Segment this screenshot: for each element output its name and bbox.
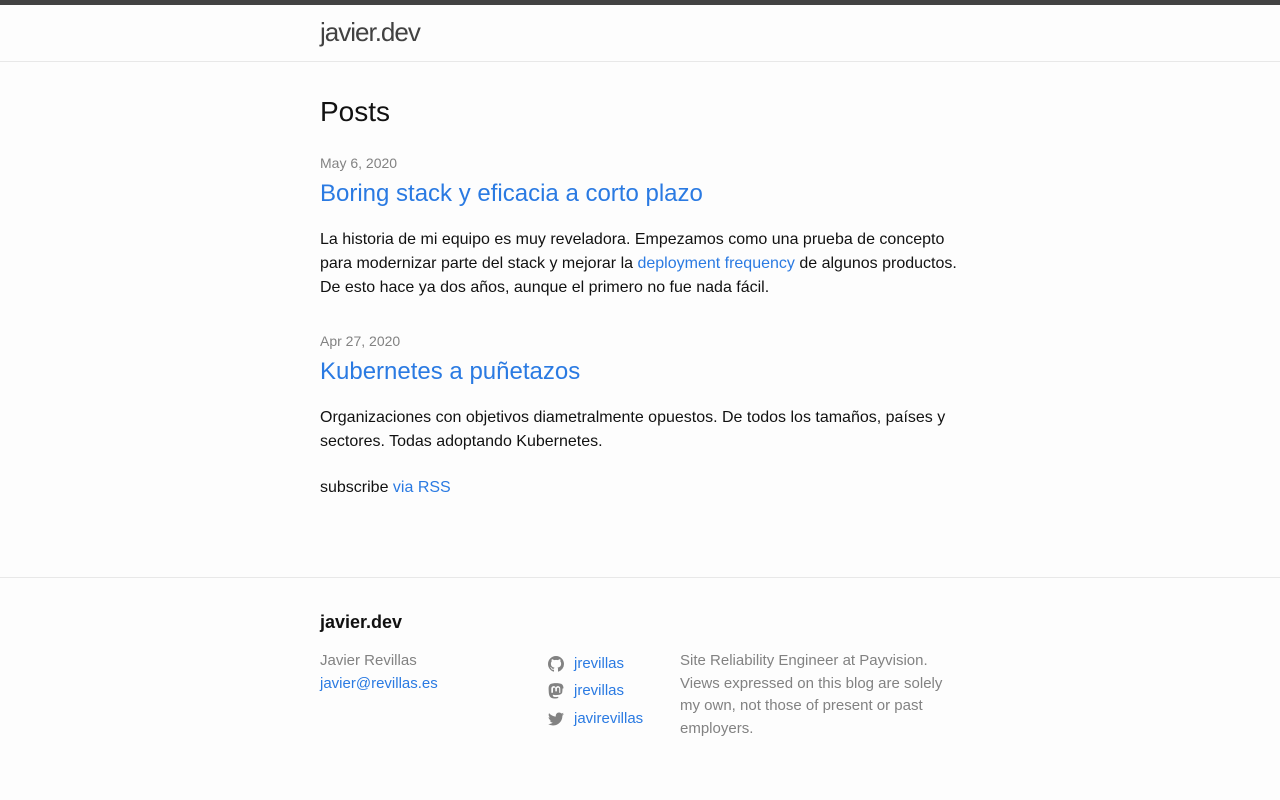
post-title-link[interactable]: Kubernetes a puñetazos	[320, 354, 960, 390]
site-footer: javier.dev Javier Revillas javier@revill…	[0, 577, 1280, 740]
rss-link[interactable]: via RSS	[393, 479, 451, 496]
social-list: jrevillas jrevillas javirevillas	[548, 650, 680, 733]
footer-email-link[interactable]: javier@revillas.es	[320, 675, 438, 692]
github-link[interactable]: jrevillas	[574, 654, 624, 674]
post-date: Apr 27, 2020	[320, 333, 401, 349]
page-title: Posts	[320, 96, 391, 127]
post-title-link[interactable]: Boring stack y eficacia a corto plazo	[320, 176, 960, 212]
post-list: May 6, 2020 Boring stack y eficacia a co…	[320, 154, 960, 454]
footer-social: jrevillas jrevillas javirevillas	[548, 650, 680, 740]
footer-author-name: Javier Revillas	[320, 652, 417, 669]
page-content: Posts May 6, 2020 Boring stack y eficaci…	[0, 62, 1280, 500]
rss-prefix: subscribe	[320, 479, 393, 496]
footer-columns: Javier Revillas javier@revillas.es jrevi…	[320, 650, 960, 740]
footer-wrapper: javier.dev Javier Revillas javier@revill…	[320, 610, 960, 740]
post-excerpt: Organizaciones con objetivos diametralme…	[320, 409, 946, 450]
site-title-link[interactable]: javier.dev	[320, 5, 421, 59]
twitter-icon	[548, 711, 564, 727]
site-header: javier.dev	[0, 0, 1280, 62]
social-item-github: jrevillas	[548, 650, 680, 678]
footer-heading: javier.dev	[320, 612, 403, 632]
header-wrapper: javier.dev	[320, 5, 960, 59]
footer-description: Site Reliability Engineer at Payvision. …	[680, 652, 943, 737]
mastodon-link[interactable]: jrevillas	[574, 681, 624, 701]
post-item: Apr 27, 2020 Kubernetes a puñetazos Orga…	[320, 332, 960, 454]
github-icon	[548, 655, 564, 672]
content-wrapper: Posts May 6, 2020 Boring stack y eficaci…	[320, 90, 960, 500]
footer-contact: Javier Revillas javier@revillas.es	[320, 650, 548, 740]
post-date: May 6, 2020	[320, 155, 398, 171]
twitter-link[interactable]: javirevillas	[574, 709, 643, 729]
social-item-twitter: javirevillas	[548, 705, 680, 733]
mastodon-icon	[548, 683, 564, 699]
rss-subscribe: subscribe via RSS	[320, 476, 960, 500]
social-item-mastodon: jrevillas	[548, 678, 680, 706]
deployment-frequency-link[interactable]: deployment frequency	[637, 255, 794, 272]
post-excerpt: La historia de mi equipo es muy revelado…	[320, 228, 960, 300]
post-item: May 6, 2020 Boring stack y eficacia a co…	[320, 154, 960, 300]
